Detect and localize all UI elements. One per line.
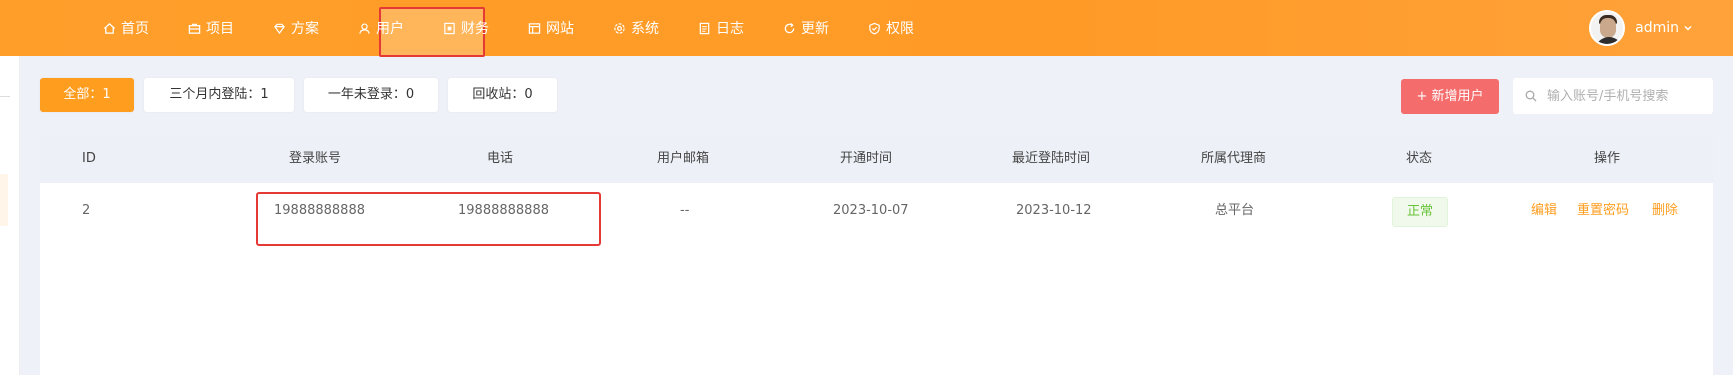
column-header: 所属代理商 xyxy=(1201,151,1267,166)
edit-button[interactable]: 编辑 xyxy=(1531,183,1557,239)
cell-opened: 2023-10-07 xyxy=(833,203,909,218)
avatar-body xyxy=(1595,37,1624,44)
nav-label: 方案 xyxy=(291,21,319,37)
users-icon xyxy=(357,21,371,35)
user-name: admin xyxy=(1635,20,1679,36)
nav-label: 更新 xyxy=(801,21,829,37)
nav-label: 日志 xyxy=(716,21,744,37)
column-header: 操作 xyxy=(1594,151,1621,166)
search-icon xyxy=(1525,90,1537,102)
column-header: ID xyxy=(82,151,96,166)
delete-button[interactable]: 删除 xyxy=(1652,183,1678,239)
chevron-down-icon xyxy=(1683,23,1693,33)
nav-item-plans[interactable]: 方案 xyxy=(260,0,331,56)
nav-item-logs[interactable]: 日志 xyxy=(685,0,756,56)
home-icon xyxy=(102,21,116,35)
table-header: ID 登录账号 电话 用户邮箱 开通时间 最近登陆时间 所属代理商 状态 操作 xyxy=(40,135,1713,183)
search-box xyxy=(1513,78,1713,114)
shield-icon xyxy=(867,21,881,35)
nav-label: 权限 xyxy=(886,21,914,37)
column-header: 电话 xyxy=(487,151,514,166)
column-header: 最近登陆时间 xyxy=(1012,151,1091,166)
users-table: ID 登录账号 电话 用户邮箱 开通时间 最近登陆时间 所属代理商 状态 操作 … xyxy=(40,135,1713,375)
nav-label: 财务 xyxy=(461,21,489,37)
column-header: 登录账号 xyxy=(289,151,342,166)
filter-recycle-bin[interactable]: 回收站：0 xyxy=(448,78,557,112)
nav-label: 用户 xyxy=(376,21,404,37)
status-badge: 正常 xyxy=(1392,197,1448,227)
gear-icon xyxy=(612,21,626,35)
top-navbar: 首页 项目 方案 用户 财务 网站 系统 日志 更新 权限 admin xyxy=(0,0,1733,57)
filter-no-login-1-year[interactable]: 一年未登录：0 xyxy=(304,78,438,112)
user-menu[interactable]: admin xyxy=(1589,8,1693,48)
column-header: 用户邮箱 xyxy=(657,151,710,166)
nav-item-finance[interactable]: 财务 xyxy=(430,0,501,56)
filter-label: 回收站：0 xyxy=(472,87,533,102)
nav-item-home[interactable]: 首页 xyxy=(90,0,161,56)
filter-label: 一年未登录：0 xyxy=(327,87,415,102)
avatar xyxy=(1589,10,1626,46)
nav-label: 网站 xyxy=(546,21,574,37)
nav-item-users[interactable]: 用户 xyxy=(345,0,416,56)
briefcase-icon xyxy=(187,21,201,35)
filter-all[interactable]: 全部：1 xyxy=(40,78,134,112)
avatar-face xyxy=(1600,18,1617,38)
cell-email: -- xyxy=(680,203,690,218)
annotation-highlight-box xyxy=(256,192,601,246)
cell-agent: 总平台 xyxy=(1215,203,1255,218)
nav-label: 系统 xyxy=(631,21,659,37)
layout-icon xyxy=(527,21,541,35)
nav-item-website[interactable]: 网站 xyxy=(515,0,586,56)
column-header: 开通时间 xyxy=(840,151,893,166)
column-header: 状态 xyxy=(1406,151,1433,166)
search-input[interactable] xyxy=(1547,88,1707,104)
add-user-button[interactable]: + 新增用户 xyxy=(1401,79,1499,114)
nav-label: 首页 xyxy=(121,21,149,37)
refresh-icon xyxy=(782,21,796,35)
finance-icon xyxy=(442,21,456,35)
nav-label: 项目 xyxy=(206,21,234,37)
nav-item-updates[interactable]: 更新 xyxy=(770,0,841,56)
sidebar-divider xyxy=(0,96,10,97)
document-icon xyxy=(697,21,711,35)
diamond-icon xyxy=(272,21,286,35)
reset-password-button[interactable]: 重置密码 xyxy=(1577,183,1629,239)
nav-item-projects[interactable]: 项目 xyxy=(175,0,246,56)
main-nav: 首页 项目 方案 用户 财务 网站 系统 日志 更新 权限 xyxy=(90,0,940,56)
nav-item-permissions[interactable]: 权限 xyxy=(855,0,926,56)
filter-label: 三个月内登陆：1 xyxy=(169,87,269,102)
nav-item-system[interactable]: 系统 xyxy=(600,0,671,56)
sidebar-active-marker xyxy=(0,174,8,226)
cell-id: 2 xyxy=(82,203,91,218)
cell-last-login: 2023-10-12 xyxy=(1016,203,1092,218)
filter-label: 全部：1 xyxy=(63,87,111,102)
filter-login-3-months[interactable]: 三个月内登陆：1 xyxy=(144,78,294,112)
sidebar-collapsed xyxy=(0,56,20,375)
